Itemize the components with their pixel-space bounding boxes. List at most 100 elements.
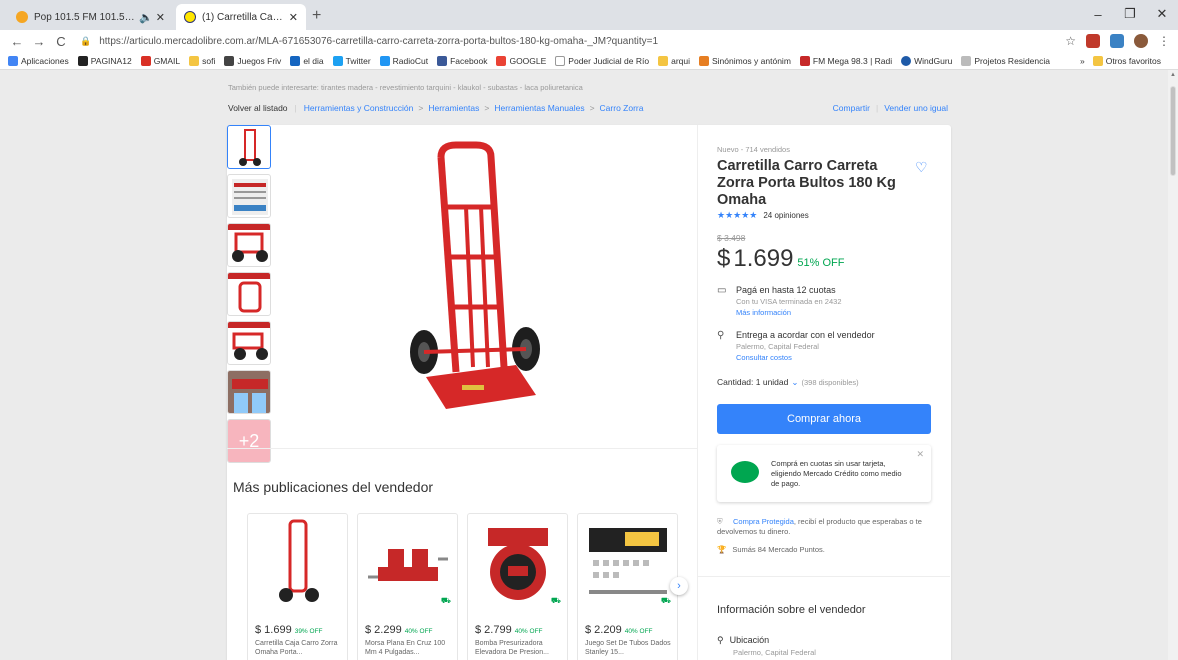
gmail-icon [140, 55, 151, 66]
back-to-list-link[interactable]: Volver al listado [228, 103, 288, 113]
hand-truck-image [410, 141, 540, 409]
free-shipping-icon: ⛟ [440, 596, 451, 605]
rating[interactable]: ★★★★★ 24 opiniones [717, 210, 809, 221]
page-scrollbar[interactable]: ▲ [1168, 70, 1178, 660]
product-card-item[interactable]: $ 1.699 39% OFF Carretilla Caja Carro Zor… [247, 513, 348, 660]
more-bookmarks-button[interactable]: » [1080, 56, 1085, 66]
carousel-next-chevron-icon[interactable]: › [670, 577, 688, 595]
share-link[interactable]: Compartir [833, 103, 870, 113]
thumbnail[interactable] [227, 125, 271, 169]
share-actions: Compartir | Vender uno igual [832, 103, 948, 113]
tab-pop-radio[interactable]: Pop 101.5 FM 101.5 | Escuch 🔈 ✕ [8, 4, 173, 30]
bookmark-radiocut[interactable]: RadioCut [379, 55, 428, 66]
breadcrumb-link[interactable]: Carro Zorra [600, 103, 644, 113]
close-window-icon[interactable]: ✕ [1146, 0, 1178, 28]
product-card-item[interactable]: ⛟ $ 2.209 40% OFF Juego Set De Tubos Dado… [577, 513, 678, 660]
socket-set-thumb-icon [588, 527, 667, 594]
restore-icon[interactable]: ❐ [1114, 0, 1146, 28]
address-bar[interactable]: 🔒 https://articulo.mercadolibre.com.ar/M… [80, 32, 1065, 50]
scrollbar-thumb[interactable] [1170, 86, 1176, 176]
bookmark-sinonimos[interactable]: Sinónimos y antónim [699, 55, 791, 66]
thumbnail[interactable] [227, 370, 271, 414]
menu-kebab-icon[interactable]: ⋮ [1158, 34, 1170, 48]
seller-products-carousel: $ 1.699 39% OFF Carretilla Caja Carro Zor… [247, 513, 678, 660]
profile-avatar-icon[interactable] [1134, 34, 1148, 48]
thumbnail[interactable] [227, 223, 271, 267]
reload-icon[interactable]: C [52, 34, 70, 49]
bookmark-other-favorites[interactable]: Otros favoritos [1092, 55, 1161, 66]
thumbnail[interactable] [227, 272, 271, 316]
favorite-heart-icon[interactable]: ♡ [915, 159, 928, 176]
tab-mercadolibre[interactable]: (1) Carretilla Carro Carreta Zorra ✕ [176, 4, 306, 30]
url-text: https://articulo.mercadolibre.com.ar/MLA… [99, 35, 659, 47]
more-info-link[interactable]: Más información [736, 308, 935, 317]
windguru-icon [901, 55, 912, 66]
check-costs-link[interactable]: Consultar costos [736, 353, 935, 362]
protected-purchase-link[interactable]: Compra Protegida [733, 517, 794, 526]
folder-icon [658, 55, 669, 66]
breadcrumb-link[interactable]: Herramientas y Construcción [304, 103, 414, 113]
apps-grid-icon [8, 55, 18, 66]
bookmark-windguru[interactable]: WindGuru [901, 55, 952, 66]
page-content: También puede interesarte: tirantes made… [0, 70, 1168, 660]
bookmarks-overflow: » Otros favoritos [1080, 55, 1170, 66]
back-arrow-icon[interactable]: ← [8, 34, 26, 49]
more-thumbnails-button[interactable]: +2 [227, 419, 271, 463]
bookmark-pagina12[interactable]: PAGINA12 [77, 55, 132, 66]
extension-icon[interactable] [1086, 34, 1100, 48]
tab-title: Pop 101.5 FM 101.5 | Escuch [34, 11, 135, 23]
bookmark-poder-judicial[interactable]: Poder Judicial de Río [555, 55, 649, 66]
browser-tab-strip: Pop 101.5 FM 101.5 | Escuch 🔈 ✕ (1) Carr… [0, 0, 1178, 30]
forward-arrow-icon[interactable]: → [30, 34, 48, 49]
close-icon[interactable]: ✕ [916, 449, 924, 460]
free-shipping-icon: ⛟ [660, 596, 671, 605]
bookmark-gmail[interactable]: GMAIL [140, 55, 180, 66]
new-tab-icon[interactable]: + [312, 7, 321, 25]
extension-icon[interactable] [1110, 34, 1124, 48]
bookmark-el-dia[interactable]: el dia [290, 55, 324, 66]
close-icon[interactable]: 🔈 ✕ [139, 11, 165, 24]
bookmark-sofi[interactable]: sofi [189, 55, 215, 66]
close-icon[interactable]: ✕ [289, 11, 298, 24]
main-product-image[interactable] [277, 127, 695, 447]
bookmark-google[interactable]: GOOGLE [496, 55, 546, 66]
scroll-up-icon[interactable]: ▲ [1170, 72, 1176, 78]
bookmark-twitter[interactable]: Twitter [332, 55, 371, 66]
free-shipping-icon: ⛟ [550, 596, 561, 605]
column-divider [697, 125, 698, 660]
product-card-item[interactable]: ⛟ $ 2.799 40% OFF Bomba Presurizadora Ele… [467, 513, 568, 660]
breadcrumb-link[interactable]: Herramientas [428, 103, 479, 113]
bookmark-star-icon[interactable]: ☆ [1065, 34, 1076, 48]
bookmark-apps[interactable]: Aplicaciones [8, 55, 69, 66]
product-name: Morsa Plana En Cruz 100 Mm 4 Pulgadas... [365, 640, 446, 656]
product-price: $ 2.799 40% OFF [475, 624, 543, 636]
bookmark-projetos[interactable]: Projetos Residencia [961, 55, 1050, 66]
seller-info-title: Información sobre el vendedor [717, 604, 866, 616]
original-price: $ 3.498 [717, 233, 746, 243]
bookmark-arqui[interactable]: arqui [658, 55, 690, 66]
buy-now-button[interactable]: Comprar ahora [717, 404, 931, 434]
bookmark-facebook[interactable]: Facebook [437, 55, 487, 66]
discount-badge: 40% OFF [624, 628, 653, 635]
thumbnail[interactable] [227, 174, 271, 218]
minimize-icon[interactable]: – [1082, 0, 1114, 28]
hand-truck-thumb-icon [228, 273, 270, 313]
quantity-selector[interactable]: Cantidad: 1 unidad ⌄ (398 disponibles) [717, 377, 859, 388]
delivery-info: ⚲ Entrega a acordar con el vendedor Pale… [717, 330, 935, 362]
section-divider [227, 448, 697, 449]
bookmark-fm-mega[interactable]: FM Mega 98.3 | Radi [799, 55, 892, 66]
bookmark-friv[interactable]: Juegos Friv [224, 55, 281, 66]
mercadolibre-favicon-icon [184, 11, 196, 23]
folder-icon [1092, 55, 1103, 66]
product-card-item[interactable]: ⛟ $ 2.299 40% OFF Morsa Plana En Cruz 100… [357, 513, 458, 660]
product-image [358, 514, 457, 609]
more-from-seller-title: Más publicaciones del vendedor [233, 479, 434, 495]
thumbnail[interactable] [227, 321, 271, 365]
hand-truck-thumb-icon [228, 224, 270, 262]
sell-same-link[interactable]: Vender uno igual [884, 103, 948, 113]
breadcrumb-link[interactable]: Herramientas Manuales [494, 103, 584, 113]
bookmarks-bar: Aplicaciones PAGINA12 GMAIL sofi Juegos … [0, 52, 1178, 70]
chevron-down-icon: ⌄ [791, 377, 799, 387]
reviews-count: 24 opiniones [763, 211, 809, 220]
spec-sheet-thumb-icon [232, 179, 268, 215]
